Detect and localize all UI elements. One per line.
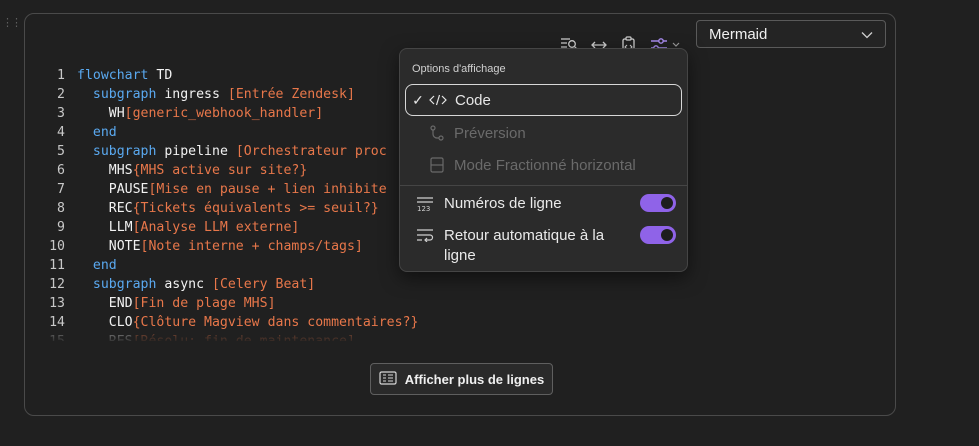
line-number: 11: [49, 258, 65, 273]
preview-icon: [426, 125, 448, 141]
code-identifier: PAUSE: [108, 182, 149, 197]
code-label-text: {Tickets équivalents >= seuil?}: [132, 201, 379, 216]
code-identifier: END: [108, 296, 133, 311]
line-number: 7: [57, 182, 65, 197]
code-identifier: async: [156, 277, 212, 292]
code-identifier: WH: [108, 106, 125, 121]
line-number: 4: [57, 125, 65, 140]
line-number: 2: [57, 87, 65, 102]
code-label-text: [generic_webhook_handler]: [124, 106, 324, 121]
split-horizontal-icon: [426, 157, 448, 173]
code-label-text: [Orchestrateur proc: [235, 144, 387, 159]
line-number: 9: [57, 220, 65, 235]
line-number: 10: [49, 239, 65, 254]
show-more-lines-label: Afficher plus de lignes: [404, 371, 545, 387]
code-keyword: end: [92, 125, 117, 140]
code-label-text: [Fin de plage MHS]: [132, 296, 276, 311]
menu-item-label: Code: [455, 91, 491, 109]
code-identifier: LLM: [108, 220, 133, 235]
code-label-text: {MHS active sur site?}: [132, 163, 308, 178]
line-number: 3: [57, 106, 65, 121]
language-select[interactable]: Mermaid: [696, 20, 886, 48]
code-keyword: end: [92, 258, 117, 273]
code-line: 12 subgraph async [Celery Beat]: [45, 275, 645, 294]
code-icon: [427, 93, 449, 107]
drag-handle-icon[interactable]: ⋮⋮: [2, 18, 22, 29]
language-select-value: Mermaid: [709, 25, 768, 43]
chevron-down-icon: [861, 26, 873, 43]
toggle-label: Numéros de ligne: [444, 195, 562, 212]
toggle-row-word-wrap[interactable]: Retour automatique à la ligne: [414, 226, 676, 266]
word-wrap-toggle[interactable]: [640, 226, 676, 244]
toggle-label: Retour automatique à la ligne: [444, 227, 605, 264]
code-keyword: subgraph: [92, 87, 157, 102]
menu-item-code[interactable]: ✓ Code: [405, 84, 682, 116]
toggle-knob: [661, 229, 673, 241]
code-identifier: TD: [148, 68, 173, 83]
code-label-text: [Mise en pause + lien inhibite: [148, 182, 387, 197]
word-wrap-icon: [414, 228, 436, 242]
code-identifier: MHS: [108, 163, 133, 178]
code-keyword: flowchart: [77, 68, 149, 83]
line-number: 1: [57, 68, 65, 83]
line-number: 12: [49, 277, 65, 292]
line-number: 13: [49, 296, 65, 311]
menu-title: Options d'affichage: [412, 63, 506, 75]
menu-item-label: Mode Fractionné horizontal: [454, 156, 636, 174]
toggle-row-line-numbers[interactable]: 123 Numéros de ligne: [414, 194, 676, 214]
line-numbers-toggle[interactable]: [640, 194, 676, 212]
show-more-lines-button[interactable]: Afficher plus de lignes: [370, 363, 553, 395]
menu-item-split-horizontal[interactable]: Mode Fractionné horizontal: [405, 149, 682, 181]
code-keyword: subgraph: [92, 144, 157, 159]
svg-text:123: 123: [417, 205, 430, 212]
code-keyword: subgraph: [92, 277, 157, 292]
code-label-text: [Celery Beat]: [212, 277, 316, 292]
toggle-knob: [661, 197, 673, 209]
line-numbers-icon: 123: [414, 196, 436, 212]
code-fade-overlay: [45, 330, 645, 344]
code-identifier: REC: [108, 201, 133, 216]
line-number: 8: [57, 201, 65, 216]
menu-divider: [400, 185, 687, 186]
menu-item-preview[interactable]: Préversion: [405, 117, 682, 149]
expand-lines-icon: [379, 370, 397, 388]
code-label-text: [Note interne + champs/tags]: [140, 239, 363, 254]
line-number: 6: [57, 163, 65, 178]
checkmark-icon: ✓: [412, 91, 424, 108]
menu-item-label: Préversion: [454, 124, 526, 142]
code-line: 13 END [Fin de plage MHS]: [45, 294, 645, 313]
code-identifier: NOTE: [108, 239, 141, 254]
display-options-menu: Options d'affichage ✓ Code Préversion Mo…: [399, 48, 688, 272]
code-identifier: ingress: [156, 87, 228, 102]
line-number: 5: [57, 144, 65, 159]
code-identifier: pipeline: [156, 144, 236, 159]
code-label-text: [Entrée Zendesk]: [227, 87, 355, 102]
code-label-text: [Analyse LLM externe]: [132, 220, 300, 235]
